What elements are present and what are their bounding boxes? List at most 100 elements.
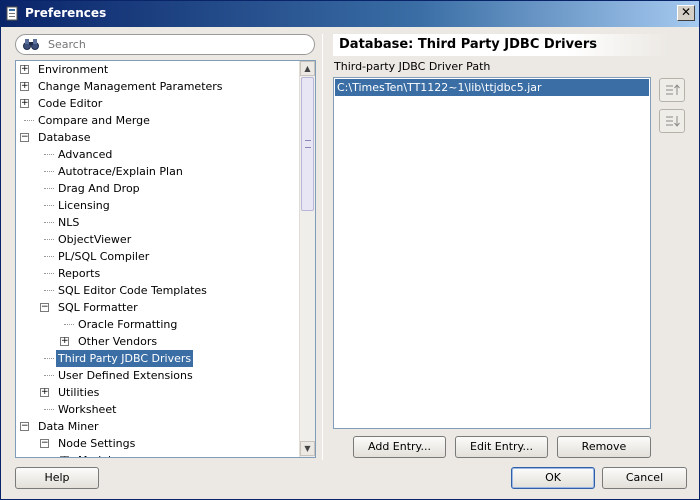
tree-item[interactable]: − Node Settings (16, 435, 298, 452)
remove-button[interactable]: Remove (557, 436, 651, 458)
tree-item-label: Third Party JDBC Drivers (56, 350, 194, 367)
tree-item-label: Advanced (58, 148, 113, 161)
tree-item[interactable]: + Change Management Parameters (16, 78, 298, 95)
window-title: Preferences (25, 6, 107, 20)
driver-path-label: Third-party JDBC Driver Path (334, 60, 491, 73)
title-bar[interactable]: Preferences ✕ (1, 1, 699, 27)
tree-connector (44, 273, 54, 274)
list-item[interactable]: C:\TimesTen\TT1122~1\lib\ttjdbc5.jar (335, 79, 649, 96)
driver-path-list[interactable]: C:\TimesTen\TT1122~1\lib\ttjdbc5.jar (333, 77, 651, 429)
expand-icon[interactable]: + (40, 388, 49, 397)
binoculars-icon (23, 39, 39, 50)
tree-connector (44, 358, 54, 359)
tree-connector (24, 120, 34, 121)
close-icon: ✕ (680, 5, 692, 19)
collapse-icon[interactable]: − (40, 303, 49, 312)
tree-connector (44, 205, 54, 206)
tree-item[interactable]: + Environment (16, 61, 298, 78)
scroll-down-icon[interactable]: ▼ (300, 441, 315, 456)
tree-item-label: Compare and Merge (38, 114, 150, 127)
tree-item[interactable]: User Defined Extensions (16, 367, 298, 384)
expand-icon[interactable]: + (20, 82, 29, 91)
move-down-icon (666, 116, 680, 127)
edit-entry-button[interactable]: Edit Entry... (455, 436, 548, 458)
move-down-button[interactable] (659, 109, 685, 133)
tree-item-label: PL/SQL Compiler (58, 250, 150, 263)
tree-item-label: Model (76, 452, 113, 457)
expand-icon[interactable]: + (20, 99, 29, 108)
tree-item-label: Data Miner (38, 420, 99, 433)
tree-connector (44, 154, 54, 155)
tree-item-label: User Defined Extensions (58, 369, 193, 382)
tree-item[interactable]: − Database (16, 129, 298, 146)
add-entry-button[interactable]: Add Entry... (353, 436, 446, 458)
tree-item[interactable]: + Other Vendors (16, 333, 298, 350)
expand-icon[interactable]: + (20, 65, 29, 74)
tree-item-label: Drag And Drop (58, 182, 140, 195)
collapse-icon[interactable]: − (40, 439, 49, 448)
tree-item-label: Code Editor (38, 97, 103, 110)
search-box[interactable] (15, 34, 315, 55)
tree-item[interactable]: Oracle Formatting (16, 316, 298, 333)
tree-item[interactable]: Worksheet (16, 401, 298, 418)
tree-connector (44, 409, 54, 410)
app-icon (6, 6, 18, 21)
tree-item[interactable]: SQL Editor Code Templates (16, 282, 298, 299)
move-up-icon (666, 84, 680, 95)
preferences-tree[interactable]: + Environment + Change Management Parameter… (15, 60, 316, 458)
tree-connector (44, 171, 54, 172)
tree-connector (44, 239, 54, 240)
tree-item-label: Node Settings (58, 437, 136, 450)
tree-item-label: NLS (58, 216, 80, 229)
scroll-up-icon[interactable]: ▲ (300, 61, 315, 76)
tree-item-label: Oracle Formatting (78, 318, 178, 331)
tree-item-label: Worksheet (58, 403, 117, 416)
tree-item[interactable]: + Utilities (16, 384, 298, 401)
split-divider[interactable] (322, 34, 323, 460)
tree-item-label: Autotrace/Explain Plan (58, 165, 183, 178)
tree-item[interactable]: Compare and Merge (16, 112, 298, 129)
tree-item-label: Change Management Parameters (38, 80, 223, 93)
ok-button[interactable]: OK (511, 467, 595, 489)
preferences-window: Preferences ✕ + Environment + Change Manage… (0, 0, 700, 500)
tree-item[interactable]: ObjectViewer (16, 231, 298, 248)
tree-item-label: Utilities (58, 386, 100, 399)
tree-item-label: ObjectViewer (58, 233, 132, 246)
tree-item[interactable]: Third Party JDBC Drivers (16, 350, 298, 367)
tree-item[interactable]: Licensing (16, 197, 298, 214)
tree-item-label: Database (38, 131, 91, 144)
tree-connector (64, 324, 74, 325)
tree-item-label: SQL Formatter (58, 301, 138, 314)
close-button[interactable]: ✕ (677, 5, 695, 21)
expand-icon[interactable]: + (60, 456, 69, 457)
tree-item[interactable]: + Model (16, 452, 298, 457)
tree-item[interactable]: Reports (16, 265, 298, 282)
collapse-icon[interactable]: − (20, 422, 29, 431)
help-button[interactable]: Help (15, 467, 99, 489)
tree-item-label: Environment (38, 63, 109, 76)
tree-item-label: Other Vendors (78, 335, 158, 348)
tree-item[interactable]: NLS (16, 214, 298, 231)
tree-item[interactable]: Drag And Drop (16, 180, 298, 197)
expand-icon[interactable]: + (60, 337, 69, 346)
tree-connector (44, 188, 54, 189)
tree-scrollbar[interactable]: ▲ ▼ (299, 61, 315, 457)
search-input[interactable] (46, 37, 306, 52)
move-up-button[interactable] (659, 78, 685, 102)
tree-item-label: Licensing (58, 199, 110, 212)
tree-item[interactable]: Autotrace/Explain Plan (16, 163, 298, 180)
tree-item[interactable]: + Code Editor (16, 95, 298, 112)
tree-item[interactable]: Advanced (16, 146, 298, 163)
page-title: Database: Third Party JDBC Drivers (333, 34, 668, 56)
tree-item[interactable]: − Data Miner (16, 418, 298, 435)
tree-item[interactable]: PL/SQL Compiler (16, 248, 298, 265)
tree-connector (44, 290, 54, 291)
cancel-button[interactable]: Cancel (602, 467, 687, 489)
tree-item-label: SQL Editor Code Templates (58, 284, 207, 297)
tree-connector (44, 222, 54, 223)
tree-item[interactable]: − SQL Formatter (16, 299, 298, 316)
collapse-icon[interactable]: − (20, 133, 29, 142)
scrollbar-thumb[interactable] (301, 77, 314, 211)
tree-connector (44, 256, 54, 257)
tree-item-label: Reports (58, 267, 101, 280)
